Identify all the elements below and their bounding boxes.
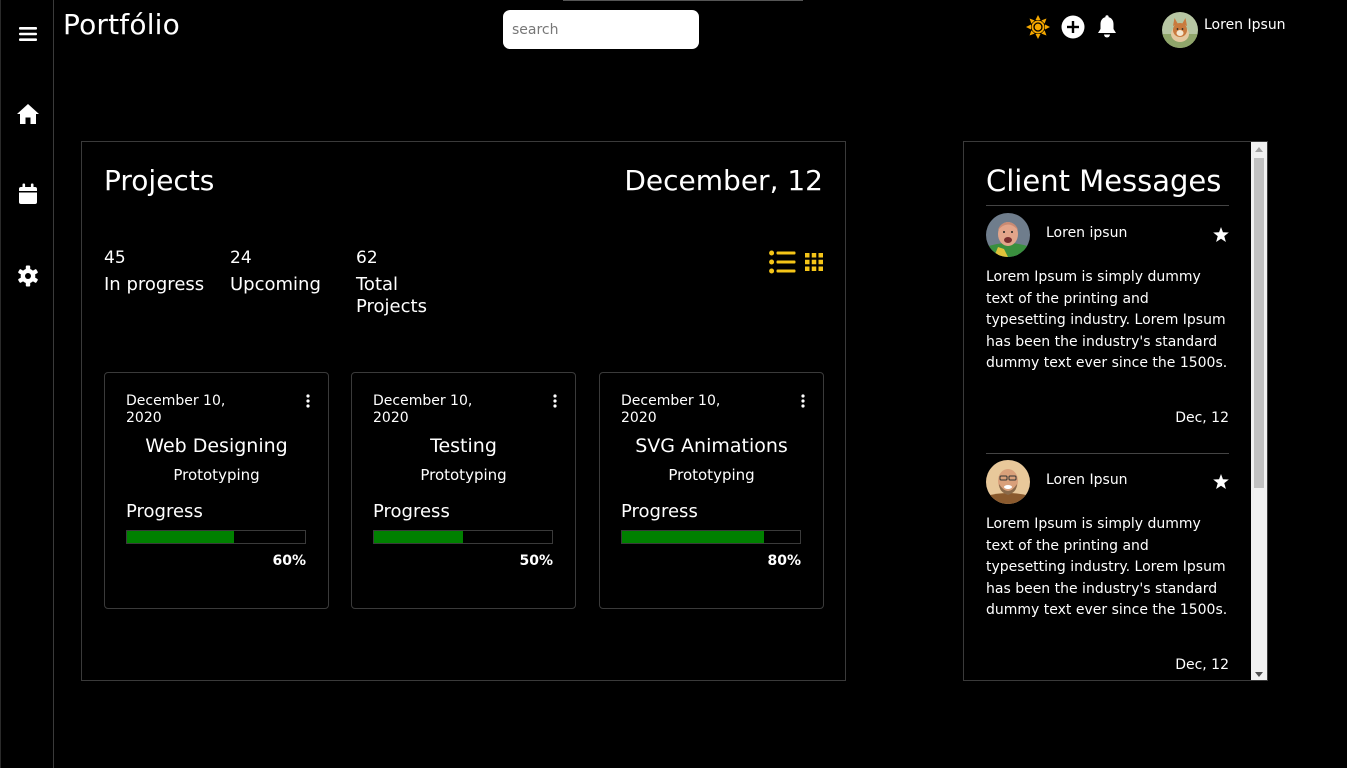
progress-bar [621,530,801,544]
card-title: Web Designing [145,435,288,457]
message-text: Lorem Ipsum is simply dummy text of the … [986,269,1228,372]
divider [986,205,1229,206]
message-date: Dec, 12 [1175,410,1229,426]
message-item[interactable]: Loren Ipsun Lorem Ipsum is simply dummy … [986,460,1229,680]
menu-icon[interactable] [16,22,40,46]
progress-bar-fill [622,531,765,543]
stat-value: 45 [104,248,126,268]
star-icon[interactable] [1213,474,1229,493]
home-icon[interactable] [16,102,40,126]
avatar [986,213,1030,257]
progress-label: Progress [126,501,203,522]
project-card[interactable]: December 10, 2020 Testing Prototyping Pr… [351,372,576,609]
add-circle-icon[interactable] [1061,15,1085,39]
projects-panel: Projects December, 12 45 In progress 24 … [81,141,846,681]
progress-percent: 60% [272,553,306,569]
user-avatar[interactable] [1162,12,1198,48]
search-top-divider [563,0,803,1]
sidebar [0,0,54,768]
stat-in-progress: 45 In progress [104,248,214,296]
stat-label: In progress [104,274,205,295]
scrollbar[interactable] [1251,142,1267,680]
message-sender: Loren ipsun [1046,225,1128,241]
scrollbar-thumb[interactable] [1254,158,1264,488]
projects-date: December, 12 [624,164,823,197]
progress-bar-fill [127,531,234,543]
message-item[interactable]: Loren ipsun Lorem Ipsum is simply dummy … [986,213,1229,453]
more-options-icon[interactable] [801,393,805,412]
progress-label: Progress [373,501,450,522]
divider [986,453,1229,454]
stat-label: Upcoming [230,274,321,295]
progress-label: Progress [621,501,698,522]
progress-percent: 80% [767,553,801,569]
card-date: December 10, 2020 [621,393,721,426]
star-icon[interactable] [1213,227,1229,246]
bell-icon[interactable] [1095,15,1119,39]
more-options-icon[interactable] [306,393,310,412]
scroll-down-arrow[interactable] [1255,672,1263,677]
progress-bar [126,530,306,544]
gear-icon[interactable] [16,264,40,288]
stat-total-projects: 62 Total Projects [356,248,436,318]
sun-icon[interactable] [1026,15,1050,39]
view-toggle [769,250,823,274]
stat-value: 24 [230,248,252,268]
card-date: December 10, 2020 [373,393,473,426]
client-messages-panel: Client Messages Loren ipsun Lorem Ipsum … [963,141,1268,681]
grid-view-icon[interactable] [805,253,823,271]
progress-bar [373,530,553,544]
card-subtitle: Prototyping [668,466,755,484]
card-subtitle: Prototyping [420,466,507,484]
stat-label: Total Projects [356,274,427,317]
list-view-icon[interactable] [769,250,796,274]
messages-title: Client Messages [986,164,1222,198]
card-date: December 10, 2020 [126,393,226,426]
projects-title: Projects [104,164,215,197]
project-card[interactable]: December 10, 2020 Web Designing Prototyp… [104,372,329,609]
progress-bar-fill [374,531,463,543]
user-name[interactable]: Loren Ipsun [1204,17,1286,33]
app-title: Portfólio [63,8,180,41]
message-sender: Loren Ipsun [1046,472,1128,488]
avatar [986,460,1030,504]
message-date: Dec, 12 [1175,657,1229,673]
card-title: SVG Animations [635,435,788,457]
progress-percent: 50% [519,553,553,569]
search-input[interactable] [503,10,699,49]
message-text: Lorem Ipsum is simply dummy text of the … [986,516,1228,619]
calendar-icon[interactable] [16,182,40,206]
card-title: Testing [430,435,497,457]
scroll-up-arrow[interactable] [1255,147,1263,152]
project-card[interactable]: December 10, 2020 SVG Animations Prototy… [599,372,824,609]
stat-upcoming: 24 Upcoming [230,248,340,296]
more-options-icon[interactable] [553,393,557,412]
card-subtitle: Prototyping [173,466,260,484]
stat-value: 62 [356,248,378,268]
